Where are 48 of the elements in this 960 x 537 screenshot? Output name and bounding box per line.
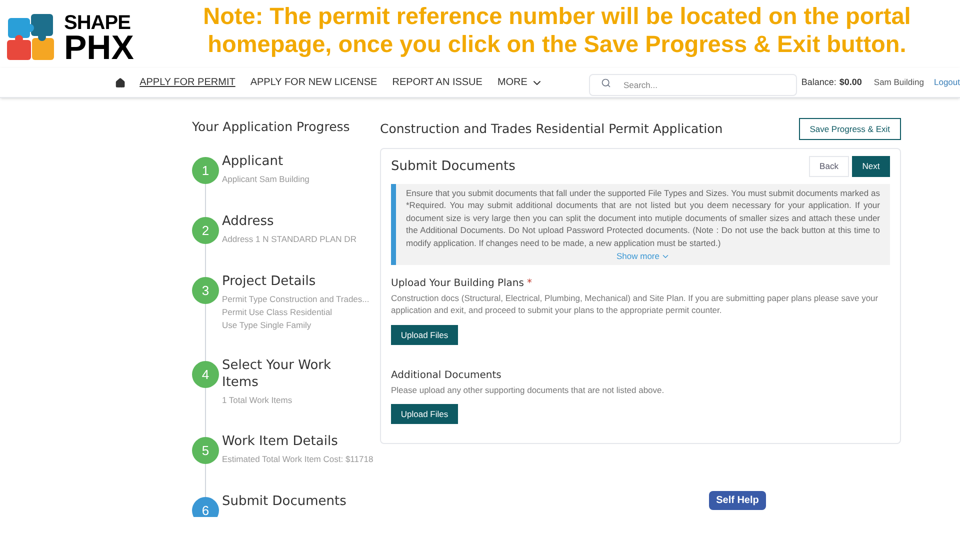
step-title: Applicant: [222, 152, 284, 170]
step-title: Work Item Details: [222, 432, 339, 450]
step-detail: Address 1 N STANDARD PLAN DR: [222, 232, 357, 245]
step-number: 5: [192, 436, 219, 464]
step-title: Select Your Work Items: [222, 356, 332, 391]
info-text: Ensure that you submit documents that fall under the supported File Types and Sizes. You must submit documents marked as *Required. You may submit additional documents that are not listed but you deem necessary for your application. If your document size is very large then you can split the document into mutiple documents of smaller sizes and attach these under the Additional Documents. Do Not upload Password Protected documents. (Note : Do not use the back button at this time to modify application. If changes need to be made, a new application must be started.): [406, 187, 880, 250]
nav-link[interactable]: REPORT AN ISSUE: [392, 75, 482, 90]
step-detail: Applicant Sam Building: [222, 172, 310, 185]
balance-value: $0.00: [839, 76, 862, 89]
logout-link[interactable]: Logout: [934, 76, 960, 89]
save-exit-button[interactable]: Save Progress & Exit: [798, 118, 901, 140]
user-name: Sam Building: [874, 76, 924, 89]
progress-title: Your Application Progress: [192, 118, 351, 136]
step-title: Project Details: [222, 272, 317, 290]
note-text: homepage, once you click on the Save Progress & Exit button.: [208, 30, 906, 58]
nav-link[interactable]: APPLY FOR PERMIT: [140, 75, 236, 90]
upload-files-button[interactable]: Upload Files: [391, 324, 458, 345]
step-detail: 1 Total Work Items: [222, 394, 294, 406]
section-title: Additional Documents: [391, 368, 502, 383]
search-icon: [601, 78, 612, 88]
section-description: Please upload any other supporting documents that are not listed above.: [391, 384, 666, 396]
home-icon[interactable]: [115, 76, 126, 88]
step-title: Submit Documents: [222, 492, 348, 510]
section-description: Construction docs (Structural, Electrical, Plumbing, Mechanical) and Site Plan. If you are submitting paper plans please save your application and exit, and proceed to submit your plans to the appropriate permit counter.: [391, 292, 880, 317]
note-text: Note: The permit reference number will be located on the portal: [203, 2, 911, 30]
search-field[interactable]: Search...: [589, 74, 798, 96]
logo-text: PHX: [64, 33, 134, 63]
step-detail: Permit Use Class Residential: [222, 306, 334, 318]
step-number: 4: [192, 360, 219, 388]
step-title: Address: [222, 212, 275, 230]
logo-text: SHAPE: [64, 13, 132, 33]
self-help-button[interactable]: Self Help: [709, 491, 766, 510]
step-detail: Estimated Total Work Item Cost: $11718: [222, 452, 374, 465]
upload-files-button[interactable]: Upload Files: [391, 404, 458, 424]
balance-label: Balance:: [801, 76, 836, 89]
section-title: Upload Your Building Plans *: [391, 276, 533, 291]
step-number: 1: [192, 156, 219, 184]
card-title: Submit Documents: [391, 158, 516, 176]
step-number: 6: [192, 496, 219, 517]
more-menu[interactable]: MORE: [497, 75, 544, 90]
step-number: 3: [192, 276, 219, 304]
step-number: 2: [192, 216, 219, 244]
nav-link[interactable]: APPLY FOR NEW LICENSE: [250, 75, 378, 90]
application-title: Construction and Trades Residential Permit Application: [380, 120, 723, 138]
step-detail: Use Type Single Family: [222, 318, 312, 331]
back-button[interactable]: Back: [809, 156, 849, 177]
next-button[interactable]: Next: [852, 156, 890, 177]
step-detail: Permit Type Construction and Trades...: [222, 292, 370, 305]
